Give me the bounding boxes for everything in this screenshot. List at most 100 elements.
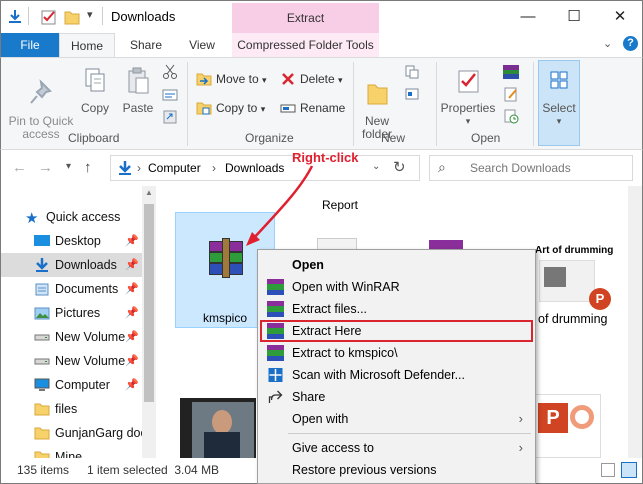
group-separator	[353, 62, 354, 146]
qat-new-folder-icon[interactable]	[64, 9, 80, 25]
easy-access-icon[interactable]	[404, 86, 420, 102]
help-icon[interactable]: ?	[623, 36, 638, 51]
nav-item-files[interactable]: files	[1, 397, 143, 421]
search-box[interactable]: ⌕ Search Downloads	[429, 155, 633, 181]
qat-dropdown-icon[interactable]: ▾	[87, 8, 93, 21]
nav-item-desktop[interactable]: Desktop 📌	[1, 229, 143, 253]
menu-item-open[interactable]: Open	[260, 254, 533, 276]
minimize-button[interactable]: —	[505, 1, 551, 33]
cut-icon[interactable]	[162, 64, 178, 80]
menu-item-open-with-winrar[interactable]: Open with WinRAR	[260, 276, 533, 298]
nav-item-new-volume-2[interactable]: New Volume 📌	[1, 349, 143, 373]
person-body	[204, 432, 240, 458]
powerpoint-file-thumbnail[interactable]: P	[533, 394, 601, 458]
breadcrumb-separator-icon: ›	[212, 161, 216, 175]
drumming-thumbnail[interactable]	[539, 260, 595, 302]
group-separator	[436, 62, 437, 146]
nav-item-mine[interactable]: Mine	[1, 445, 143, 458]
nav-item-documents[interactable]: Documents 📌	[1, 277, 143, 301]
nav-label: Downloads	[55, 258, 117, 272]
nav-scrollbar[interactable]: ▲	[142, 186, 156, 458]
move-to-button[interactable]: Move to ▾	[194, 68, 267, 90]
menu-item-scan-defender[interactable]: Scan with Microsoft Defender...	[260, 364, 533, 386]
rename-button[interactable]: Rename	[278, 97, 345, 119]
title-bar: ▾ Downloads Extract — ☐ ✕	[0, 0, 643, 33]
winrar-icon	[267, 279, 284, 295]
details-view-icon[interactable]	[601, 463, 615, 477]
nav-item-quick-access[interactable]: ★ Quick access	[1, 205, 143, 229]
scroll-up-icon[interactable]: ▲	[145, 188, 153, 197]
tab-file[interactable]: File	[1, 33, 59, 57]
menu-item-extract-here[interactable]: Extract Here	[260, 320, 533, 342]
close-button[interactable]: ✕	[597, 1, 643, 33]
back-arrow-icon[interactable]: ←	[12, 159, 27, 176]
nav-item-new-volume-1[interactable]: New Volume 📌	[1, 325, 143, 349]
pin-to-quick-access-button[interactable]: Pin to Quick access	[5, 66, 77, 141]
recent-dropdown-icon[interactable]: ▾	[66, 161, 71, 172]
tab-home[interactable]: Home	[59, 33, 115, 57]
qat-properties-icon[interactable]	[7, 9, 23, 25]
tab-compressed-folder-tools[interactable]: Compressed Folder Tools	[232, 33, 379, 57]
menu-label: Extract Here	[292, 324, 362, 338]
history-icon[interactable]	[503, 108, 519, 124]
delete-button[interactable]: Delete ▾	[278, 68, 343, 90]
video-file-thumbnail[interactable]	[180, 398, 256, 458]
large-icons-view-icon[interactable]	[621, 462, 637, 478]
copy-path-icon[interactable]	[162, 88, 178, 102]
paste-button[interactable]: Paste	[119, 66, 157, 115]
edit-icon[interactable]	[503, 86, 519, 102]
properties-button[interactable]: Properties ▾	[439, 66, 497, 128]
collapse-ribbon-icon[interactable]: ⌄	[603, 37, 612, 50]
menu-item-give-access-to[interactable]: Give access to ›	[260, 437, 533, 459]
new-item-icon[interactable]	[404, 64, 420, 80]
menu-item-extract-to-kmspico[interactable]: Extract to kmspico\	[260, 342, 533, 364]
tab-view[interactable]: View	[177, 33, 227, 57]
qat-checkmark-icon[interactable]	[41, 9, 57, 25]
pinned-icon: 📌	[125, 307, 139, 319]
select-button[interactable]: Select ▾	[538, 60, 580, 146]
copy-button[interactable]: Copy	[77, 66, 113, 115]
download-icon	[36, 258, 48, 272]
paste-shortcut-icon[interactable]	[162, 110, 178, 124]
up-arrow-icon[interactable]: ↑	[84, 159, 92, 176]
menu-item-restore-previous-versions[interactable]: Restore previous versions	[260, 459, 533, 481]
nav-item-computer[interactable]: Computer 📌	[1, 373, 143, 397]
context-menu: Open Open with WinRAR Extract files... E…	[257, 249, 536, 484]
file-scrollbar[interactable]	[628, 186, 642, 458]
group-separator	[187, 62, 188, 146]
copy-to-button[interactable]: Copy to ▾	[194, 97, 265, 119]
nav-item-gunjangarg-doc[interactable]: GunjanGarg doc	[1, 421, 143, 445]
powerpoint-icon: P	[538, 403, 568, 433]
nav-label: Desktop	[55, 234, 101, 248]
person-face	[212, 410, 232, 434]
open-group-label: Open	[471, 131, 501, 145]
pinned-icon: 📌	[125, 379, 139, 391]
breadcrumb-computer[interactable]: Computer	[148, 161, 201, 175]
menu-label: Give access to	[292, 441, 374, 455]
tab-share[interactable]: Share	[121, 33, 171, 57]
copy-to-icon	[196, 102, 212, 115]
move-to-label: Move to	[216, 72, 259, 86]
nav-label: GunjanGarg doc	[55, 426, 143, 440]
new-folder-button[interactable]: New folder	[357, 66, 397, 141]
menu-item-share[interactable]: Share	[260, 386, 533, 408]
winrar-icon	[267, 323, 284, 339]
refresh-icon[interactable]: ↻	[393, 158, 406, 176]
forward-arrow-icon[interactable]: →	[38, 159, 53, 176]
scroll-thumb[interactable]	[144, 204, 154, 402]
open-icon[interactable]	[503, 65, 519, 79]
maximize-button[interactable]: ☐	[551, 1, 597, 33]
defender-icon	[268, 368, 283, 382]
ribbon-tabs: File Home Share View Compressed Folder T…	[0, 33, 643, 57]
nav-item-downloads[interactable]: Downloads 📌	[1, 253, 143, 277]
menu-item-open-with[interactable]: Open with ›	[260, 408, 533, 430]
annotation-arrow	[246, 165, 314, 246]
nav-label: Mine	[55, 450, 83, 458]
address-dropdown-icon[interactable]: ⌄	[372, 161, 380, 172]
properties-icon	[458, 70, 479, 93]
nav-item-pictures[interactable]: Pictures 📌	[1, 301, 143, 325]
menu-label: Open with WinRAR	[292, 280, 400, 294]
window-title: Downloads	[111, 9, 176, 24]
menu-separator	[288, 433, 531, 434]
menu-item-extract-files[interactable]: Extract files...	[260, 298, 533, 320]
